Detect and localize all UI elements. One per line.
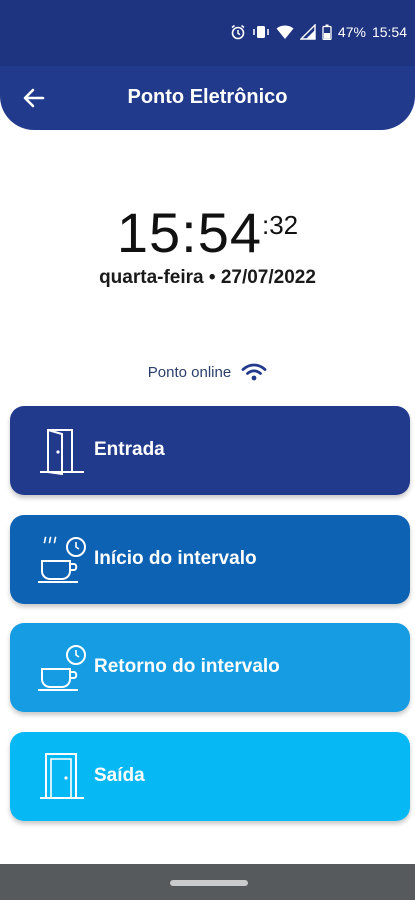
connection-label: Ponto online bbox=[147, 363, 232, 381]
door-open-icon bbox=[40, 429, 84, 476]
entrada-label: Entrada bbox=[94, 439, 165, 460]
alarm-icon bbox=[230, 24, 246, 40]
battery-icon bbox=[322, 24, 332, 40]
saida-button[interactable]: Saída bbox=[10, 732, 410, 821]
battery-percent: 47% bbox=[337, 24, 366, 40]
clock-display: 15:54:32 bbox=[0, 200, 415, 265]
app-bar: Ponto Eletrônico bbox=[0, 66, 415, 130]
inicio-intervalo-button[interactable]: Início do intervalo bbox=[10, 515, 410, 604]
door-exit-icon bbox=[40, 753, 84, 799]
clock-seconds: :32 bbox=[261, 210, 299, 240]
saida-label: Saída bbox=[94, 765, 145, 786]
coffee-clock-icon bbox=[38, 536, 86, 583]
inicio-intervalo-label: Início do intervalo bbox=[94, 548, 257, 569]
retorno-intervalo-label: Retorno do intervalo bbox=[94, 656, 280, 677]
retorno-intervalo-button[interactable]: Retorno do intervalo bbox=[10, 623, 410, 712]
signal-icon bbox=[299, 24, 316, 40]
clock-hours-minutes: 15:54 bbox=[116, 201, 262, 264]
wifi-icon bbox=[241, 363, 267, 381]
coffee-clock-icon bbox=[38, 645, 86, 691]
vibrate-icon bbox=[252, 24, 270, 40]
system-nav-bar bbox=[0, 864, 415, 900]
entrada-button[interactable]: Entrada bbox=[10, 406, 410, 495]
connection-status: Ponto online bbox=[0, 362, 415, 382]
current-date: quarta-feira • 27/07/2022 bbox=[99, 267, 316, 288]
home-gesture-handle[interactable] bbox=[170, 880, 248, 886]
status-icons: 47% 15:54 bbox=[230, 24, 407, 40]
status-time: 15:54 bbox=[371, 24, 407, 40]
status-bar: 47% 15:54 bbox=[0, 0, 415, 66]
page-title: Ponto Eletrônico bbox=[127, 86, 288, 108]
wifi-status-icon bbox=[276, 24, 294, 40]
